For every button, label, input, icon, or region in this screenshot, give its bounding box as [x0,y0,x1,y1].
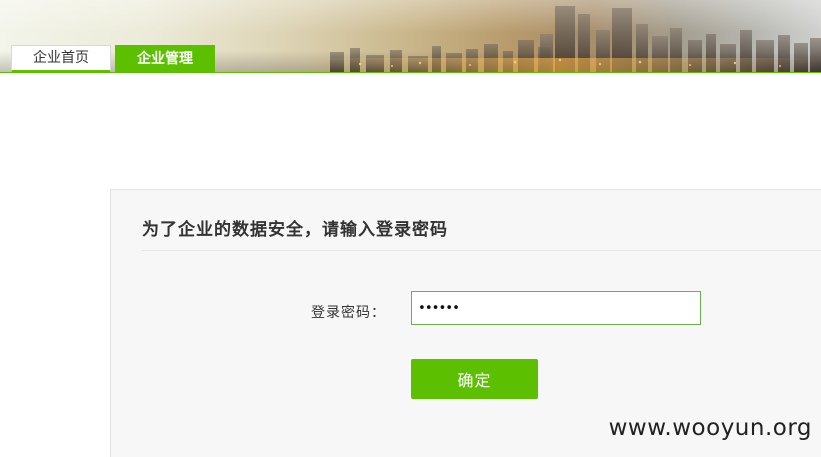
panel-divider [141,250,821,251]
tab-home[interactable]: 企业首页 [11,45,111,73]
page: 企业首页 企业管理 为了企业的数据安全，请输入登录密码 登录密码： 确定 www… [0,0,821,457]
password-input[interactable] [411,291,701,325]
panel-title: 为了企业的数据安全，请输入登录密码 [142,220,448,240]
confirm-button[interactable]: 确定 [411,359,538,399]
header-underline [0,72,821,73]
watermark: www.wooyun.org [608,415,812,441]
header-banner: 企业首页 企业管理 [0,0,821,73]
tab-management[interactable]: 企业管理 [115,45,215,73]
password-label: 登录密码： [311,305,386,321]
